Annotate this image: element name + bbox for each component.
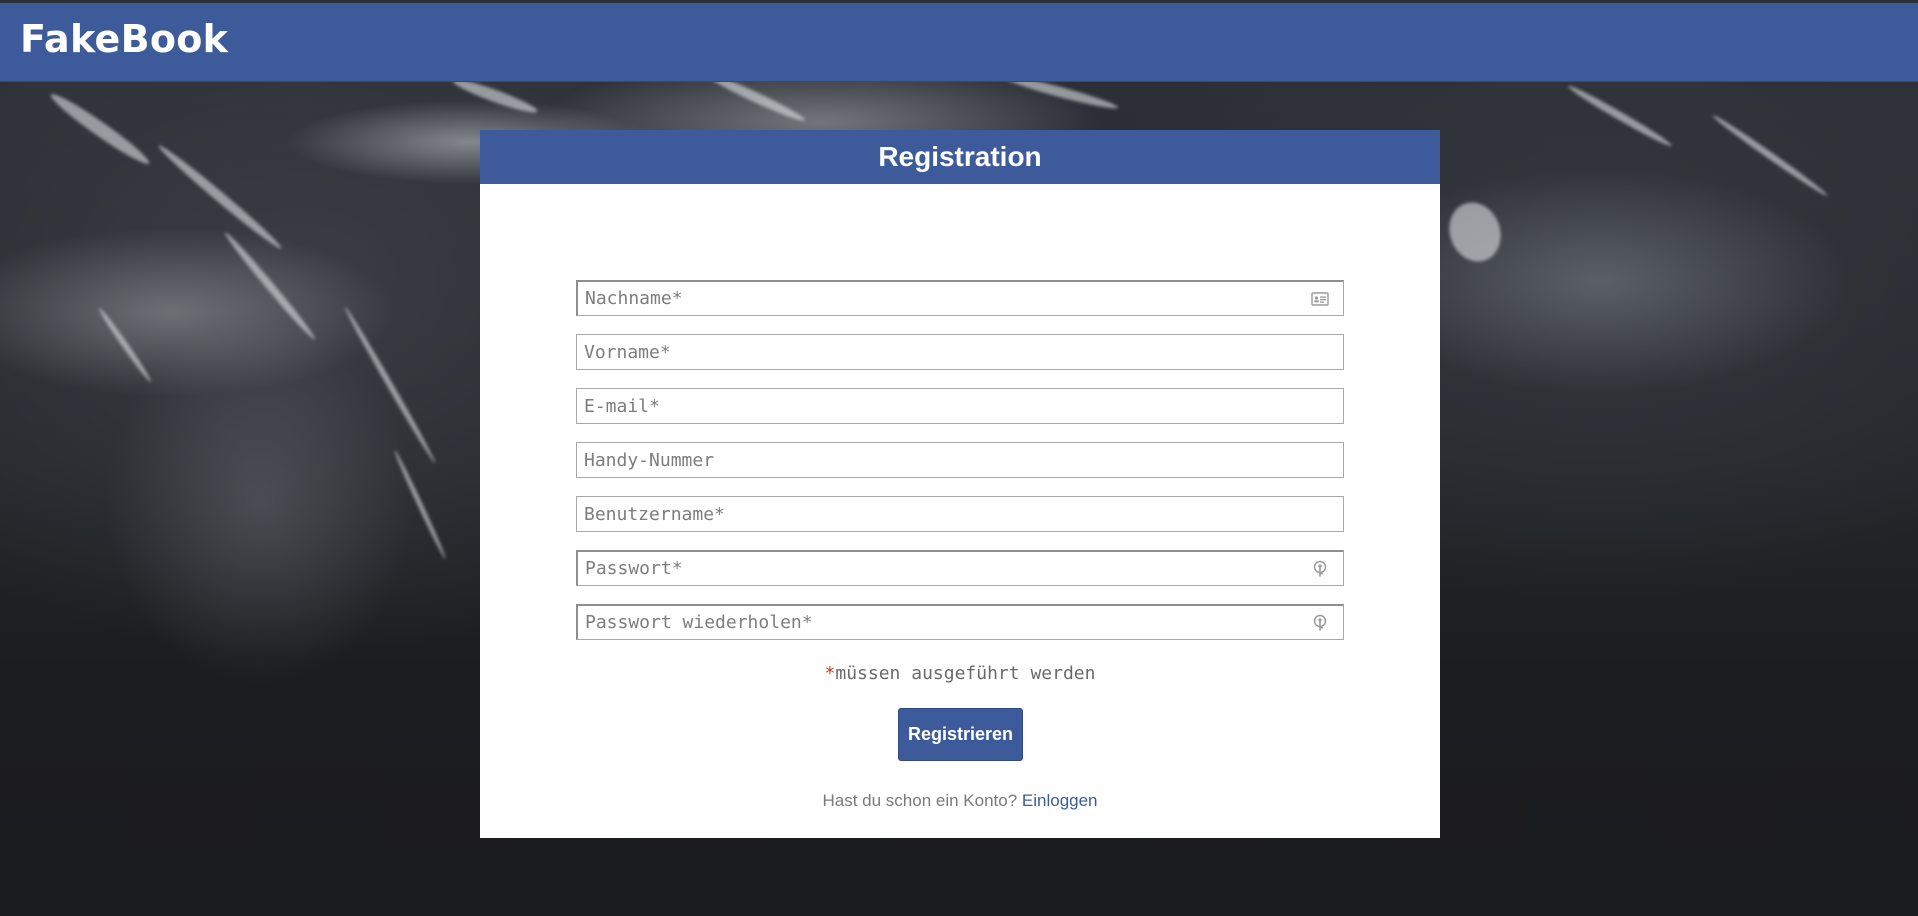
lastname-input[interactable] bbox=[578, 282, 1343, 315]
username-field-wrapper bbox=[576, 496, 1344, 532]
required-note-text: müssen ausgeführt werden bbox=[835, 663, 1096, 684]
register-button[interactable]: Registrieren bbox=[898, 708, 1023, 761]
required-fields-note: *müssen ausgeführt werden bbox=[480, 663, 1440, 684]
username-input[interactable] bbox=[577, 497, 1343, 531]
lastname-field-wrapper bbox=[576, 280, 1344, 316]
registration-title: Registration bbox=[878, 141, 1042, 172]
login-prompt-line: Hast du schon ein Konto? Einloggen bbox=[480, 791, 1440, 811]
top-navbar: FakeBook bbox=[0, 0, 1918, 82]
password-repeat-field-wrapper bbox=[576, 604, 1344, 640]
password-input[interactable] bbox=[578, 552, 1343, 585]
login-link[interactable]: Einloggen bbox=[1022, 791, 1098, 810]
firstname-input[interactable] bbox=[577, 335, 1343, 369]
registration-header: Registration bbox=[480, 130, 1440, 184]
email-field-wrapper bbox=[576, 388, 1344, 424]
required-star: * bbox=[824, 663, 836, 684]
login-prompt-text: Hast du schon ein Konto? bbox=[822, 791, 1018, 810]
key-icon bbox=[1313, 614, 1327, 631]
contact-card-icon bbox=[1311, 292, 1329, 306]
phone-field-wrapper bbox=[576, 442, 1344, 478]
brand-logo[interactable]: FakeBook bbox=[20, 17, 228, 61]
email-input[interactable] bbox=[577, 389, 1343, 423]
password-repeat-input[interactable] bbox=[578, 606, 1343, 639]
phone-input[interactable] bbox=[577, 443, 1343, 477]
registration-card: Registration Nachname* Vorname* E-mail* … bbox=[480, 130, 1440, 838]
registration-form bbox=[576, 280, 1344, 658]
key-icon bbox=[1313, 560, 1327, 577]
password-field-wrapper bbox=[576, 550, 1344, 586]
firstname-field-wrapper bbox=[576, 334, 1344, 370]
